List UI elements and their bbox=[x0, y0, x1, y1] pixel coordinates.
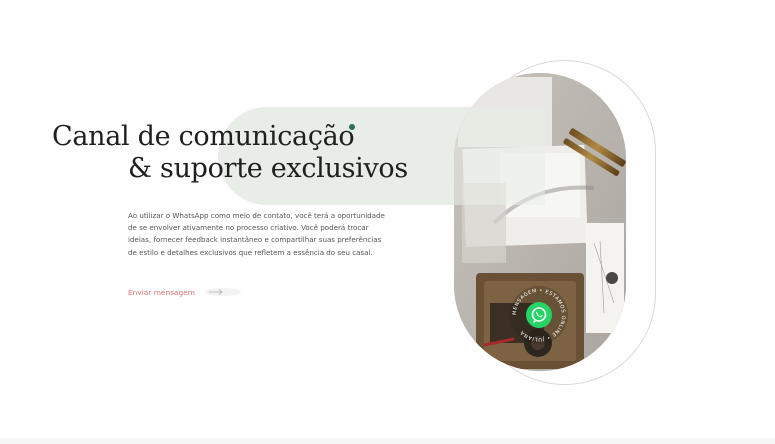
page: Canal de comunicação & suporte exclusivo… bbox=[0, 0, 775, 444]
headline-line-2: & suporte exclusivos bbox=[128, 153, 408, 184]
whatsapp-badge[interactable]: MENSAGEM • ESTAMOS ONLINE • JULIANA bbox=[509, 285, 569, 345]
send-message-link[interactable]: Enviar mensagem bbox=[128, 286, 241, 298]
footer-strip bbox=[0, 438, 775, 444]
description-paragraph: Ao utilizar o WhatsApp como meio de cont… bbox=[128, 211, 385, 257]
whatsapp-icon bbox=[526, 302, 552, 328]
send-message-label: Enviar mensagem bbox=[128, 287, 195, 297]
page-title: Canal de comunicação & suporte exclusivo… bbox=[52, 120, 408, 184]
arrow-right-icon bbox=[204, 286, 241, 298]
accent-dot bbox=[349, 124, 355, 130]
